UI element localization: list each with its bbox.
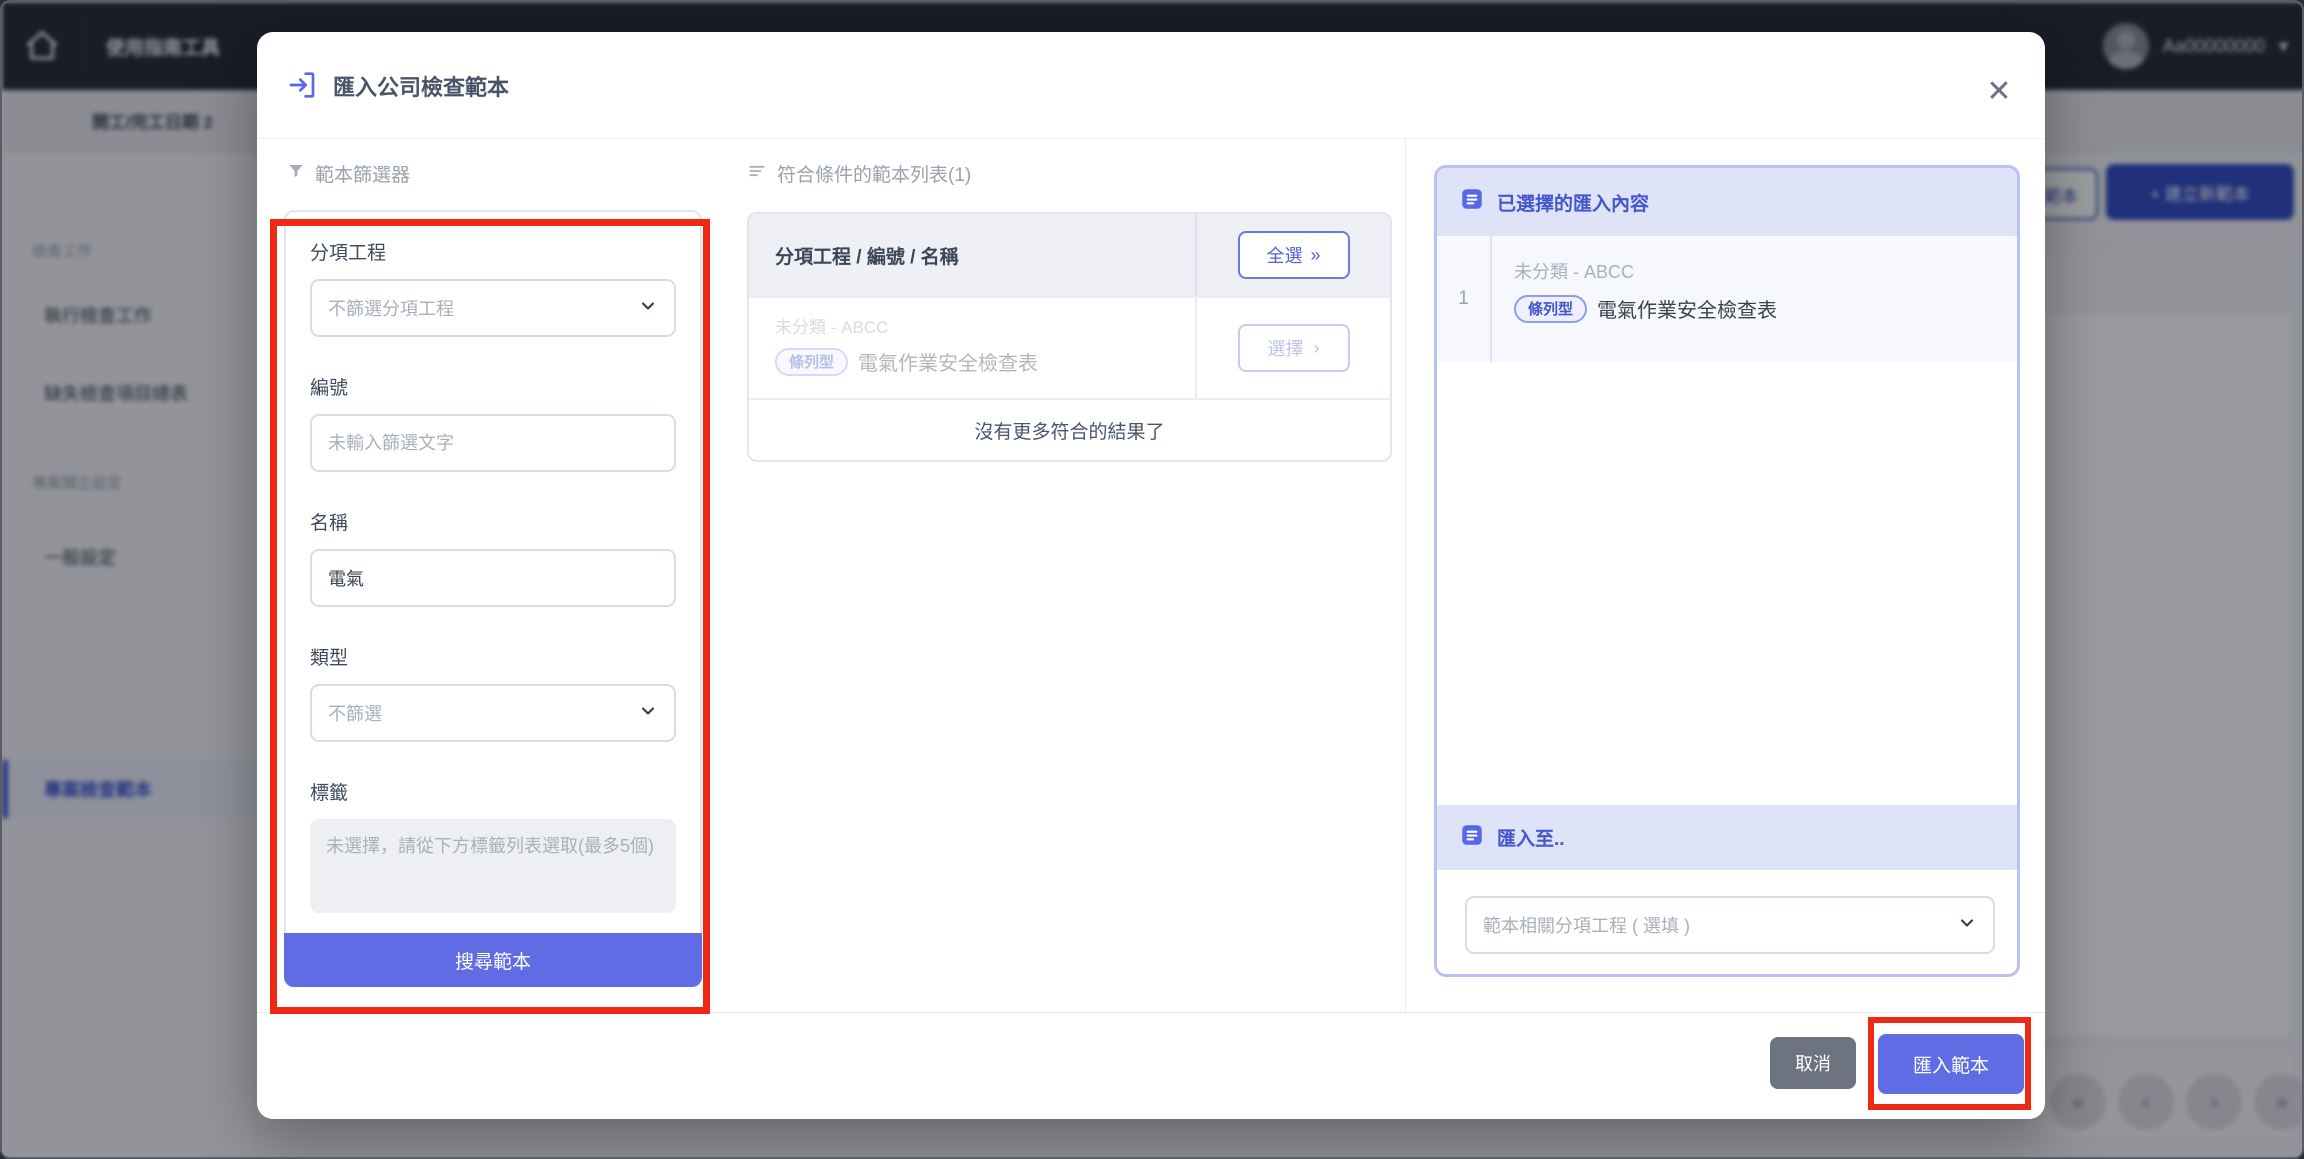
filter-panel-title: 範本篩選器 xyxy=(315,160,410,187)
cancel-button[interactable]: 取消 xyxy=(1770,1037,1856,1089)
chevron-down-icon xyxy=(1957,913,1977,938)
panel-divider xyxy=(1405,139,1406,1012)
filter-panel-header: 範本篩選器 xyxy=(287,160,410,187)
selected-template-type-badge: 條列型 xyxy=(1514,295,1587,323)
chevron-right-icon: › xyxy=(1314,338,1320,359)
document-list-icon xyxy=(1459,186,1485,218)
target-subproject-value: 範本相關分項工程 ( 選填 ) xyxy=(1483,912,1690,938)
funnel-icon xyxy=(287,162,305,186)
selected-template-row: 1 未分類 - ABCC 條列型 電氣作業安全檢查表 xyxy=(1437,236,2017,362)
tags-label: 標籤 xyxy=(310,778,676,805)
subproject-label: 分項工程 xyxy=(310,238,676,265)
select-all-button[interactable]: 全選 » xyxy=(1238,231,1350,279)
select-template-label: 選擇 xyxy=(1268,335,1304,361)
modal-title: 匯入公司檢查範本 xyxy=(333,32,509,139)
number-input[interactable] xyxy=(310,414,676,472)
selected-import-panel: 已選擇的匯入內容 1 未分類 - ABCC 條列型 電氣作業安全檢查表 匯入至.… xyxy=(1434,165,2020,977)
template-row-info: 未分類 - ABCC 條列型 電氣作業安全檢查表 xyxy=(749,298,1195,398)
type-label: 類型 xyxy=(310,643,676,670)
select-all-label: 全選 xyxy=(1266,242,1302,268)
modal-header: 匯入公司檢查範本 ✕ xyxy=(257,32,2045,139)
results-panel-header: 符合條件的範本列表(1) xyxy=(747,160,971,187)
search-templates-button[interactable]: 搜尋範本 xyxy=(284,933,702,987)
selected-template-category: 未分類 - ABCC xyxy=(1514,258,1777,284)
import-template-button[interactable]: 匯入範本 xyxy=(1878,1034,2024,1094)
selected-import-title: 已選擇的匯入內容 xyxy=(1497,189,1649,216)
import-to-header: 匯入至.. xyxy=(1437,805,2017,870)
results-table: 分項工程 / 編號 / 名稱 全選 » 未分類 - ABCC 條列型 電氣作業安… xyxy=(747,212,1392,462)
template-row-action-cell: 選擇 › xyxy=(1195,298,1390,398)
name-input[interactable] xyxy=(310,549,676,607)
chevron-down-icon xyxy=(638,701,658,726)
selected-row-index: 1 xyxy=(1437,236,1492,362)
template-filter-form: 分項工程 不篩選分項工程 編號 名稱 類型 不篩選 標籤 搜尋範本 xyxy=(284,210,702,987)
type-select[interactable]: 不篩選 xyxy=(310,684,676,742)
footer-divider xyxy=(257,1012,2045,1013)
template-name: 電氣作業安全檢查表 xyxy=(858,347,1038,376)
subproject-select-value: 不篩選分項工程 xyxy=(328,295,454,321)
chevron-down-icon xyxy=(638,296,658,321)
template-row: 未分類 - ABCC 條列型 電氣作業安全檢查表 選擇 › xyxy=(749,296,1390,398)
import-to-title: 匯入至.. xyxy=(1497,824,1565,851)
no-more-results-message: 沒有更多符合的結果了 xyxy=(749,398,1390,460)
screenshot-stage: 使用指南工具 Aa00000000 ▾ 開工/完工日期 2 檢查工作 執行檢查工… xyxy=(0,0,2304,1159)
template-category: 未分類 - ABCC xyxy=(775,313,1195,338)
selected-template-name: 電氣作業安全檢查表 xyxy=(1597,294,1777,323)
double-chevron-right-icon: » xyxy=(1310,245,1320,266)
list-lines-icon xyxy=(747,161,767,187)
subproject-select[interactable]: 不篩選分項工程 xyxy=(310,279,676,337)
selected-import-header: 已選擇的匯入內容 xyxy=(1437,168,2017,236)
import-company-template-modal: 匯入公司檢查範本 ✕ 範本篩選器 分項工程 不篩選分項工程 編號 名稱 類型 xyxy=(257,32,2045,1119)
results-table-header-row: 分項工程 / 編號 / 名稱 全選 » xyxy=(749,214,1390,296)
close-icon[interactable]: ✕ xyxy=(1979,72,2019,112)
template-type-badge: 條列型 xyxy=(775,348,848,376)
number-label: 編號 xyxy=(310,373,676,400)
name-label: 名稱 xyxy=(310,508,676,535)
results-panel-title: 符合條件的範本列表(1) xyxy=(777,160,971,187)
tags-input[interactable] xyxy=(310,819,676,913)
type-select-value: 不篩選 xyxy=(328,700,382,726)
select-template-button[interactable]: 選擇 › xyxy=(1238,324,1350,372)
document-list-icon xyxy=(1459,822,1485,854)
target-subproject-select[interactable]: 範本相關分項工程 ( 選填 ) xyxy=(1465,896,1995,954)
results-header-action-cell: 全選 » xyxy=(1195,214,1390,296)
import-icon xyxy=(287,69,319,106)
results-column-header: 分項工程 / 編號 / 名稱 xyxy=(749,242,1195,269)
